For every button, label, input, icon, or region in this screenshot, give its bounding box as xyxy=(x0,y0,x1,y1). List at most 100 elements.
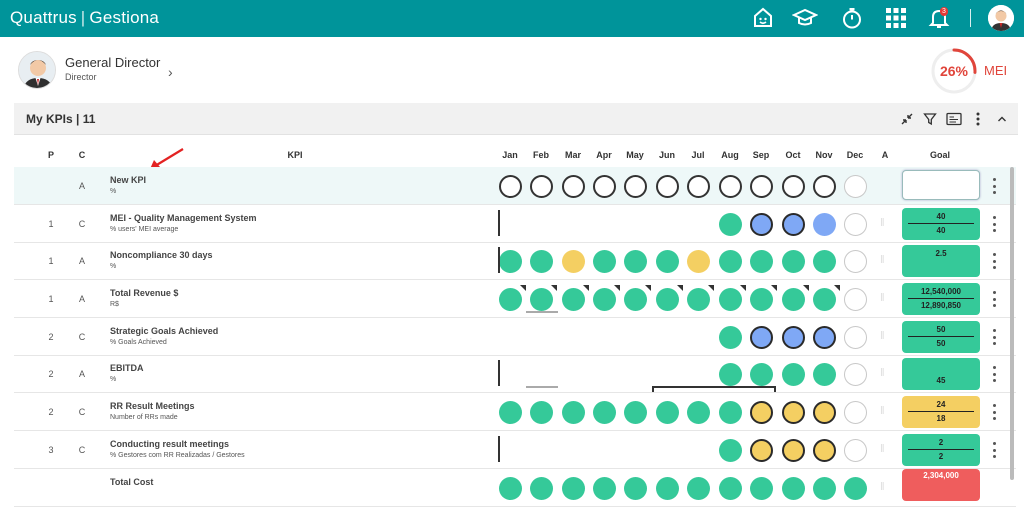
month-status-dot-mar[interactable] xyxy=(562,401,585,424)
collapse-arrows-icon[interactable] xyxy=(899,111,915,127)
month-status-dot-aug[interactable] xyxy=(719,326,742,349)
col-header-apr[interactable]: Apr xyxy=(592,150,616,160)
kpi-row[interactable]: 2 A EBITDA% ‖ 45 xyxy=(14,355,1016,393)
row-more-options-icon[interactable] xyxy=(990,366,998,382)
col-header-may[interactable]: May xyxy=(623,150,647,160)
card-view-icon[interactable] xyxy=(946,111,962,127)
month-status-dot-nov[interactable] xyxy=(813,175,836,198)
row-more-options-icon[interactable] xyxy=(990,178,998,194)
month-status-dot-nov[interactable] xyxy=(813,285,840,311)
chevron-right-icon[interactable]: › xyxy=(168,64,173,80)
month-status-dot-sep[interactable] xyxy=(750,250,773,273)
month-status-dot-may[interactable] xyxy=(624,175,647,198)
col-header-p[interactable]: P xyxy=(44,150,58,160)
month-status-dot-feb[interactable] xyxy=(530,477,553,500)
col-header-jul[interactable]: Jul xyxy=(686,150,710,160)
month-status-dot-mar[interactable] xyxy=(562,285,589,311)
month-status-dot-mar[interactable] xyxy=(562,175,585,198)
app-brand[interactable]: Quattrus | Gestiona xyxy=(10,8,159,28)
month-status-dot-aug[interactable] xyxy=(719,363,742,386)
month-status-dot-jan[interactable] xyxy=(499,401,522,424)
month-status-dot-jun[interactable] xyxy=(656,175,679,198)
month-status-dot-aug[interactable] xyxy=(719,439,742,462)
month-status-dot-apr[interactable] xyxy=(593,250,616,273)
col-header-a[interactable]: A xyxy=(877,150,893,160)
row-more-options-icon[interactable] xyxy=(990,216,998,232)
month-status-dot-apr[interactable] xyxy=(593,285,620,311)
col-header-goal[interactable]: Goal xyxy=(925,150,955,160)
kpi-row[interactable]: 3 C Conducting result meetings % Gestores c… xyxy=(14,431,1016,469)
goal-box[interactable] xyxy=(902,170,980,200)
attachment-icon[interactable]: ‖ xyxy=(880,254,890,268)
attachment-icon[interactable]: ‖ xyxy=(880,481,890,495)
month-status-dot-feb[interactable] xyxy=(530,175,553,198)
month-status-dot-nov[interactable] xyxy=(813,213,836,236)
month-status-dot-oct[interactable] xyxy=(782,363,805,386)
month-status-dot-jan[interactable] xyxy=(499,285,526,311)
col-header-c[interactable]: C xyxy=(75,150,89,160)
kpi-name[interactable]: Conducting result meetings xyxy=(110,439,229,449)
graduation-cap-icon[interactable] xyxy=(792,5,818,31)
month-status-dot-may[interactable] xyxy=(624,285,651,311)
month-status-dot-oct[interactable] xyxy=(782,401,805,424)
chevron-up-icon[interactable] xyxy=(994,111,1010,127)
month-status-dot-dec[interactable] xyxy=(844,477,867,500)
kpi-name[interactable]: Total Revenue $ xyxy=(110,288,178,298)
month-status-dot-sep[interactable] xyxy=(750,439,773,462)
month-status-dot-jun[interactable] xyxy=(656,401,679,424)
col-header-kpi[interactable]: KPI xyxy=(280,150,310,160)
row-more-options-icon[interactable] xyxy=(990,329,998,345)
attachment-icon[interactable]: ‖ xyxy=(880,367,890,381)
month-status-dot-nov[interactable] xyxy=(813,439,836,462)
month-status-dot-oct[interactable] xyxy=(782,250,805,273)
goal-box[interactable]: 22 xyxy=(902,434,980,466)
month-status-dot-aug[interactable] xyxy=(719,477,742,500)
month-status-dot-jul[interactable] xyxy=(687,477,710,500)
month-status-dot-jul[interactable] xyxy=(687,250,710,273)
month-status-dot-feb[interactable] xyxy=(530,401,553,424)
kpi-row[interactable]: Total Cost ‖ 2,304,000 xyxy=(14,469,1016,507)
row-more-options-icon[interactable] xyxy=(990,404,998,420)
month-status-dot-may[interactable] xyxy=(624,401,647,424)
month-status-dot-jul[interactable] xyxy=(687,175,710,198)
col-header-oct[interactable]: Oct xyxy=(781,150,805,160)
kpi-name[interactable]: New KPI xyxy=(110,175,146,185)
month-status-dot-sep[interactable] xyxy=(750,326,773,349)
month-status-dot-dec[interactable] xyxy=(844,439,867,462)
month-status-dot-jun[interactable] xyxy=(656,477,679,500)
kpi-name[interactable]: MEI - Quality Management System xyxy=(110,213,257,223)
kpi-row[interactable]: 2 C RR Result Meetings Number of RRs made ‖ 2… xyxy=(14,393,1016,431)
month-status-dot-apr[interactable] xyxy=(593,477,616,500)
month-status-dot-sep[interactable] xyxy=(750,477,773,500)
month-status-dot-nov[interactable] xyxy=(813,250,836,273)
month-status-dot-aug[interactable] xyxy=(719,250,742,273)
month-status-dot-mar[interactable] xyxy=(562,477,585,500)
goal-box[interactable]: 12,540,000 12,890,850 xyxy=(902,283,980,315)
month-status-dot-sep[interactable] xyxy=(750,363,773,386)
kpi-row[interactable]: 1 A Total Revenue $ R$ ‖ 12,540,000 12,890,850 xyxy=(14,280,1016,318)
month-status-dot-oct[interactable] xyxy=(782,285,809,311)
more-options-icon[interactable] xyxy=(970,111,986,127)
col-header-dec[interactable]: Dec xyxy=(843,150,867,160)
filter-icon[interactable] xyxy=(922,111,938,127)
goal-box[interactable]: 40 40 xyxy=(902,208,980,240)
stopwatch-icon[interactable] xyxy=(839,5,865,31)
month-status-dot-jun[interactable] xyxy=(656,285,683,311)
month-status-dot-oct[interactable] xyxy=(782,213,805,236)
goal-box[interactable]: 2,304,000 xyxy=(902,469,980,501)
kpi-row[interactable]: 2 C Strategic Goals Achieved % Goals Achiev… xyxy=(14,318,1016,356)
col-header-jan[interactable]: Jan xyxy=(498,150,522,160)
month-status-dot-jan[interactable] xyxy=(499,250,522,273)
kpi-name[interactable]: EBITDA xyxy=(110,363,144,373)
month-status-dot-dec[interactable] xyxy=(844,363,867,386)
col-header-jun[interactable]: Jun xyxy=(655,150,679,160)
month-status-dot-nov[interactable] xyxy=(813,401,836,424)
month-status-dot-oct[interactable] xyxy=(782,175,805,198)
month-status-dot-nov[interactable] xyxy=(813,363,836,386)
month-status-dot-feb[interactable] xyxy=(530,285,557,311)
month-status-dot-oct[interactable] xyxy=(782,326,805,349)
kpi-row[interactable]: 1 A Noncompliance 30 days% ‖ 2.5 xyxy=(14,242,1016,280)
month-status-dot-jan[interactable] xyxy=(499,175,522,198)
attachment-icon[interactable]: ‖ xyxy=(880,405,890,419)
month-status-dot-jun[interactable] xyxy=(656,250,679,273)
